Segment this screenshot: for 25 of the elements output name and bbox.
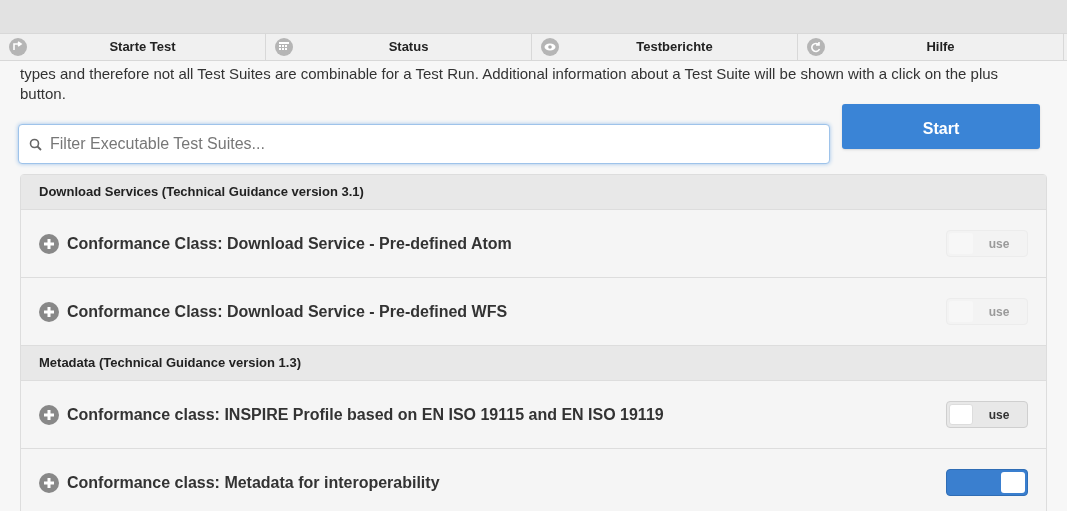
redo-icon: [806, 37, 826, 57]
group-header: Download Services (Technical Guidance version 3.1): [21, 175, 1046, 210]
plus-icon[interactable]: [39, 472, 59, 493]
toggle-switch[interactable]: use: [946, 401, 1028, 428]
intro-text: types and therefore not all Test Suites are combinable for a Test Run. Additional information about a Test Suite will be shown with a click on the plus button.: [19, 64, 1000, 104]
filter-input[interactable]: Filter Executable Test Suites...: [50, 132, 819, 156]
calendar-icon: [274, 37, 294, 57]
start-button[interactable]: Start: [842, 104, 1040, 149]
plus-icon[interactable]: [39, 404, 59, 425]
suite-name: Conformance Class: Download Service - Pre-defined WFS: [67, 301, 509, 322]
toggle-switch[interactable]: [946, 469, 1028, 496]
group-header: Metadata (Technical Guidance version 1.3): [21, 346, 1046, 381]
plus-icon[interactable]: [39, 233, 59, 254]
suite-name: Conformance class: INSPIRE Profile based on EN ISO 19115 and EN ISO 19119: [67, 404, 665, 425]
eye-icon: [540, 37, 560, 57]
nav-tab[interactable]: Starte Test: [28, 37, 257, 57]
suite-name: Conformance Class: Download Service - Pre-defined Atom: [67, 233, 513, 254]
plus-icon[interactable]: [39, 301, 59, 322]
search-icon: [29, 137, 42, 151]
nav-tab[interactable]: Testberichte: [560, 37, 789, 57]
filter-field[interactable]: Filter Executable Test Suites...: [18, 124, 830, 164]
nav-tab[interactable]: Hilfe: [826, 37, 1055, 57]
share-icon: [8, 37, 28, 57]
nav-tab[interactable]: Status: [294, 37, 523, 57]
suite-name: Conformance class: Metadata for interoperability: [67, 472, 441, 493]
